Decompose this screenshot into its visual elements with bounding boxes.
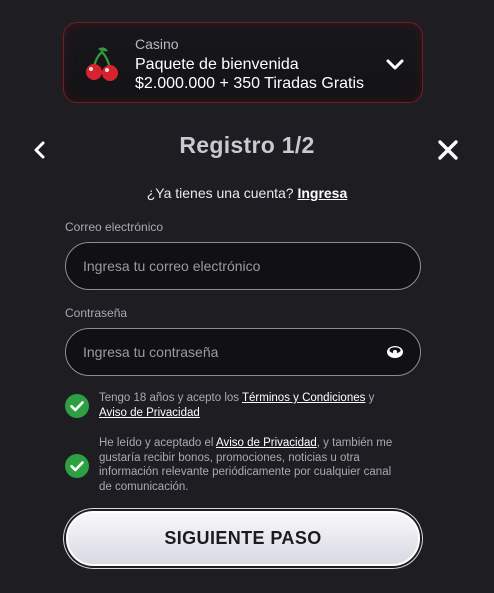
password-field[interactable] <box>83 344 343 360</box>
terms-text-1: Tengo 18 años y acepto los <box>99 392 243 404</box>
privacy-notice-link[interactable]: Aviso de Privacidad <box>99 407 200 419</box>
marketing-checkbox[interactable] <box>65 454 89 478</box>
email-field[interactable] <box>83 258 343 274</box>
close-icon[interactable] <box>436 138 460 162</box>
login-link[interactable]: Ingresa <box>297 185 347 201</box>
promo-category: Casino <box>135 36 179 52</box>
marketing-consent-text: He leído y aceptado el Aviso de Privacid… <box>99 436 399 494</box>
email-field-wrapper <box>65 242 421 290</box>
cherries-icon <box>84 43 120 83</box>
login-prompt-text: ¿Ya tienes una cuenta? <box>146 185 294 201</box>
next-step-button[interactable]: SIGUIENTE PASO <box>66 511 420 566</box>
page-title: Registro 1/2 <box>179 132 315 158</box>
marketing-text-1: He leído y aceptado el <box>99 437 216 449</box>
password-field-wrapper <box>65 328 421 376</box>
terms-text-2: y <box>365 392 375 404</box>
promo-title: Paquete de bienvenida <box>135 56 299 73</box>
password-label: Contraseña <box>65 306 128 320</box>
promo-text: Casino Paquete de bienvenida $2.000.000 … <box>135 36 364 93</box>
terms-conditions-link[interactable]: Términos y Condiciones <box>242 392 365 404</box>
chevron-down-icon[interactable] <box>384 53 406 75</box>
promo-subtitle: $2.000.000 + 350 Tiradas Gratis <box>135 75 365 92</box>
welcome-bonus-banner[interactable]: Casino Paquete de bienvenida $2.000.000 … <box>63 22 423 103</box>
terms-text: Tengo 18 años y acepto los Términos y Co… <box>99 391 399 420</box>
email-label: Correo electrónico <box>65 220 164 234</box>
login-prompt: ¿Ya tienes una cuenta? Ingresa <box>0 185 494 201</box>
eye-icon[interactable] <box>386 344 404 360</box>
marketing-privacy-link[interactable]: Aviso de Privacidad <box>216 437 317 449</box>
terms-checkbox[interactable] <box>65 394 89 418</box>
